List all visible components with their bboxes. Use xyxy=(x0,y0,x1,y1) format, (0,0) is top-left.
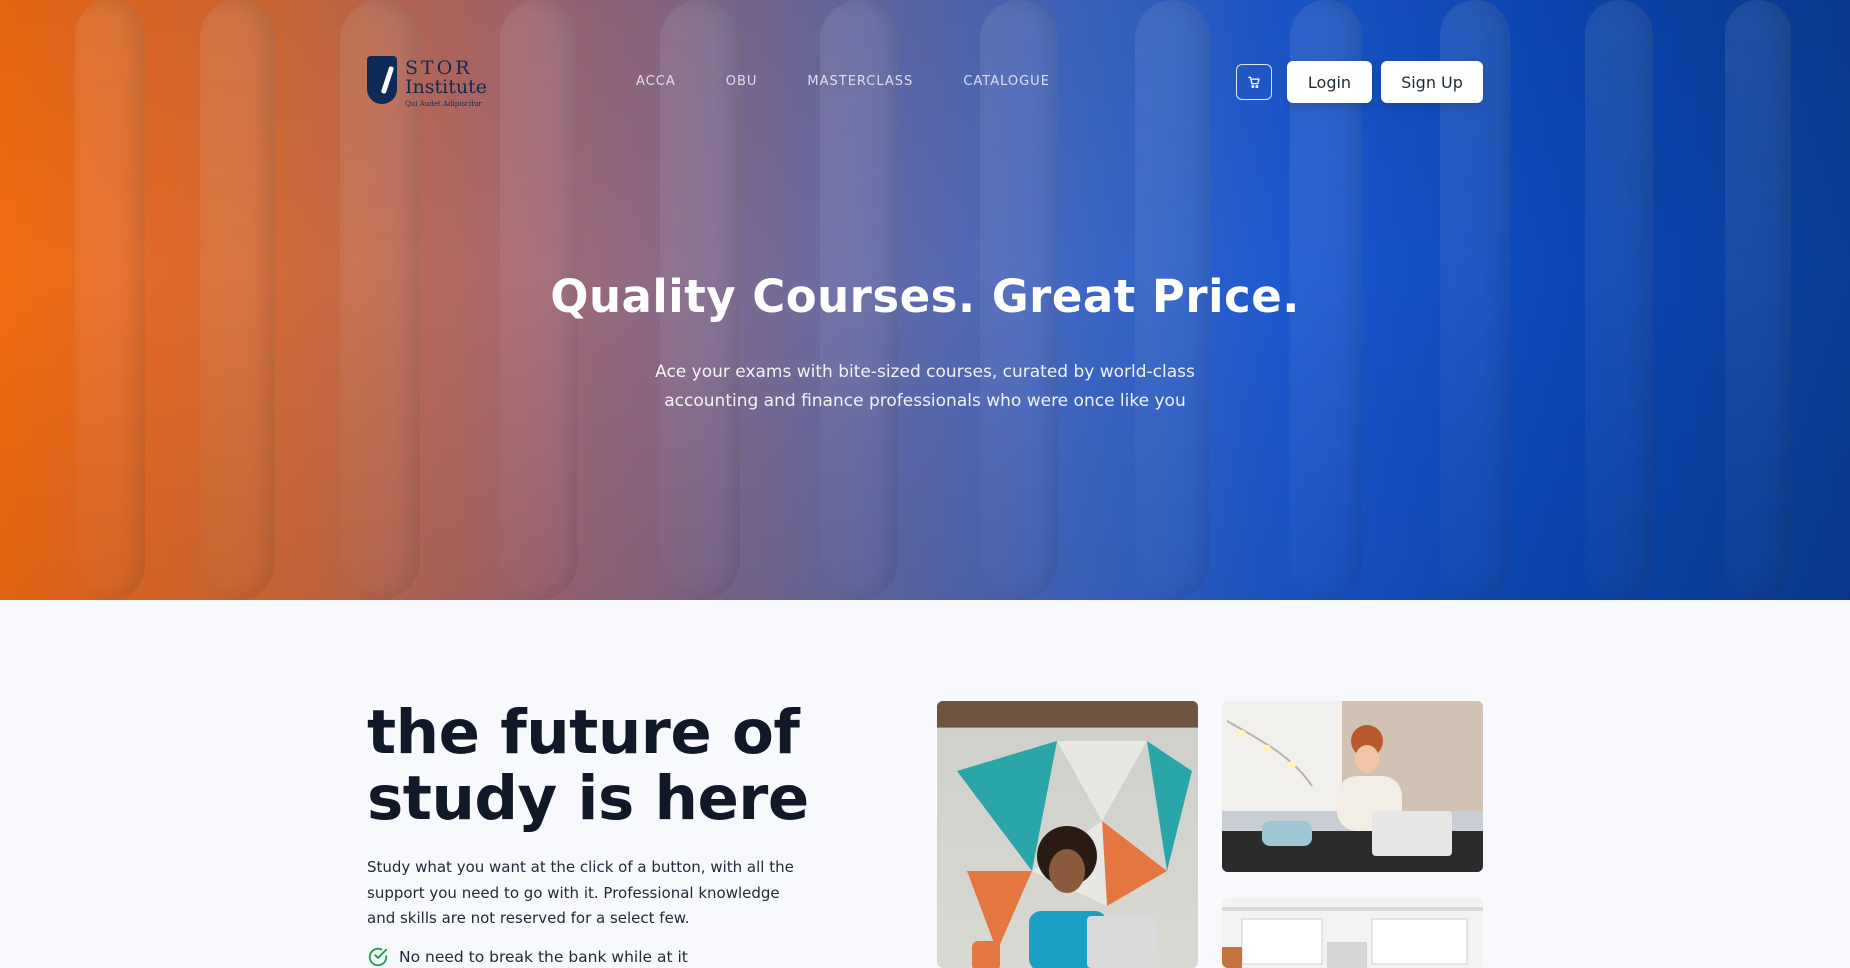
section-headline: the future of study is here xyxy=(367,700,847,832)
nav-item-catalogue[interactable]: CATALOGUE xyxy=(963,74,1050,89)
hero-banner: STOR Institute Qui Audet Adipiscitur ACC… xyxy=(0,0,1850,600)
shield-icon xyxy=(367,56,398,104)
cart-button[interactable] xyxy=(1236,64,1272,100)
office-space-photo xyxy=(1222,897,1483,968)
section-body: Study what you want at the click of a bu… xyxy=(367,858,794,927)
brand-motto: Qui Audet Adipiscitur xyxy=(405,100,482,108)
hero-subtitle: Ace your exams with bite-sized courses, … xyxy=(625,358,1225,416)
nav-item-acca[interactable]: ACCA xyxy=(636,74,676,89)
hero-subtitle-line1: Ace your exams with bite-sized courses, … xyxy=(655,362,1195,382)
brand-wordmark: STOR Institute Qui Audet Adipiscitur xyxy=(405,56,487,108)
student-bed-photo xyxy=(1222,701,1483,872)
nav-item-masterclass[interactable]: MASTERCLASS xyxy=(807,74,913,89)
headline-line2: study is here xyxy=(367,763,809,834)
login-button[interactable]: Login xyxy=(1287,61,1372,103)
feature-label: No need to break the bank while at it xyxy=(399,948,688,966)
cart-icon xyxy=(1248,76,1260,89)
brand-logo[interactable]: STOR Institute Qui Audet Adipiscitur xyxy=(367,56,487,110)
main-nav: ACCA OBU MASTERCLASS CATALOGUE xyxy=(636,74,1050,89)
check-circle-icon xyxy=(368,947,388,967)
feature-item: No need to break the bank while at it xyxy=(367,946,688,968)
signup-button[interactable]: Sign Up xyxy=(1381,61,1483,103)
hero-subtitle-line2: accounting and finance professionals who… xyxy=(664,391,1186,411)
nav-item-obu[interactable]: OBU xyxy=(726,74,758,89)
hero-title: Quality Courses. Great Price. xyxy=(550,270,1300,323)
headline-line1: the future of xyxy=(367,697,800,768)
brand-line2: Institute xyxy=(405,76,487,98)
student-laptop-photo xyxy=(937,701,1198,968)
